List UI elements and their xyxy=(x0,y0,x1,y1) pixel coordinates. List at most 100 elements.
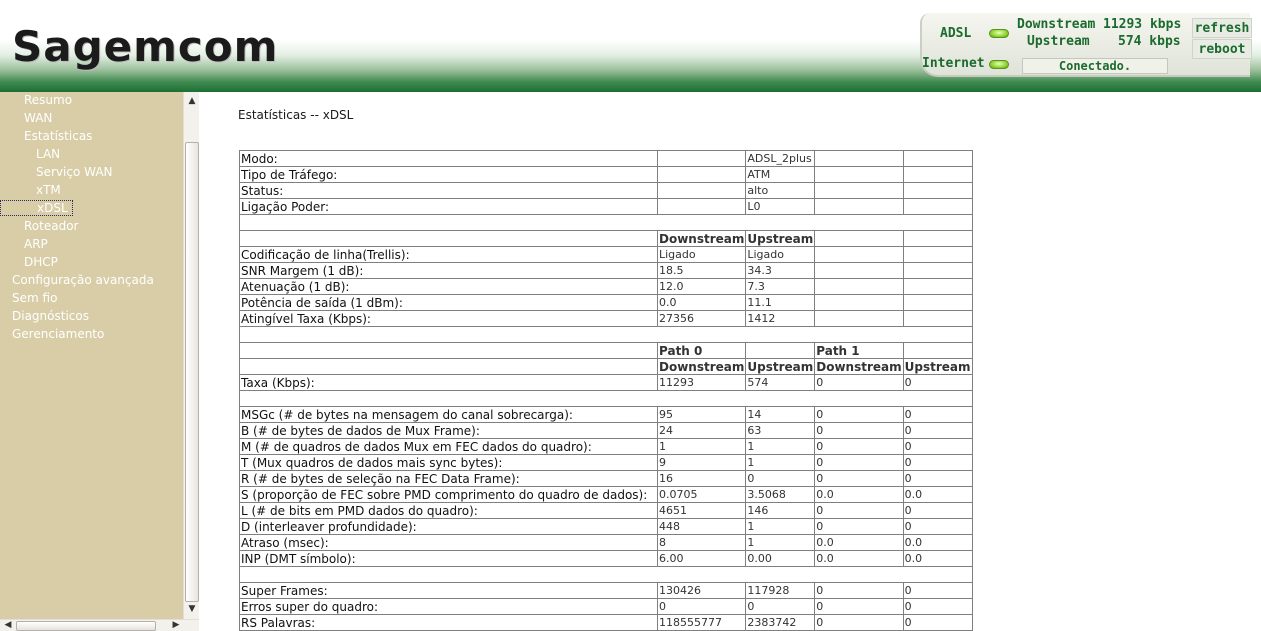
value-cell: 18.5 xyxy=(656,262,747,279)
value-cell: 0.0 xyxy=(902,486,973,503)
value-cell: 0 xyxy=(814,438,904,455)
sidebar-item-arp[interactable]: ARP xyxy=(24,237,48,251)
value-cell: 130426 xyxy=(656,582,747,599)
value-cell: ADSL_2plus xyxy=(745,150,816,167)
reboot-button[interactable]: reboot xyxy=(1192,39,1252,59)
sidebar-item-configuracao-avancada[interactable]: Configuração avançada xyxy=(12,273,154,287)
value-cell: Path 0 xyxy=(656,342,747,359)
value-cell: Path 1 xyxy=(814,342,904,359)
blank-separator-cell xyxy=(239,390,973,407)
sagemcom-logo: Sagemcom xyxy=(12,22,279,71)
table-row: S (proporção de FEC sobre PMD compriment… xyxy=(239,486,973,503)
table-row: Erros super do quadro: 0 0 0 0 xyxy=(239,598,973,615)
table-row xyxy=(239,326,973,343)
value-cell xyxy=(902,278,973,295)
value-cell: 0.0705 xyxy=(656,486,747,503)
value-cell: 0.0 xyxy=(656,294,747,311)
sidebar-nav: Resumo WAN Estatísticas LAN Serviço WAN … xyxy=(0,92,183,631)
value-cell: 16 xyxy=(656,470,747,487)
value-cell: 1 xyxy=(745,518,816,535)
sidebar-item-lan[interactable]: LAN xyxy=(36,147,60,161)
value-cell: 11.1 xyxy=(745,294,816,311)
refresh-button[interactable]: refresh xyxy=(1192,18,1252,38)
sidebar-item-servico-wan[interactable]: Serviço WAN xyxy=(36,165,113,179)
sidebar-item-xdsl[interactable]: xDSL xyxy=(0,200,73,216)
internet-label: Internet xyxy=(922,56,985,71)
row-label-cell: Modo: xyxy=(239,150,658,167)
value-cell: 0 xyxy=(902,614,973,631)
sidebar-item-roteador[interactable]: Roteador xyxy=(24,219,78,233)
page-title: Estatísticas -- xDSL xyxy=(238,108,354,122)
value-cell: Upstream xyxy=(745,358,816,375)
row-label-cell: Codificação de linha(Trellis): xyxy=(239,246,658,263)
adsl-label: ADSL xyxy=(940,26,972,41)
upstream-rate: 574 kbps xyxy=(1118,34,1181,49)
sidebar-item-estatisticas[interactable]: Estatísticas xyxy=(24,129,92,143)
table-row: L (# de bits em PMD dados do quadro): 465… xyxy=(239,502,973,519)
value-cell: 14 xyxy=(745,406,816,423)
value-cell: 0 xyxy=(902,422,973,439)
table-row: Codificação de linha(Trellis): Ligado Liga… xyxy=(239,246,973,263)
sidebar-horizontal-scrollbar[interactable]: ◀ ▶ xyxy=(0,619,199,631)
value-cell: 7.3 xyxy=(745,278,816,295)
scroll-left-arrow-icon[interactable]: ◀ xyxy=(2,619,14,631)
value-cell: Upstream xyxy=(902,358,973,375)
scroll-right-arrow-icon[interactable]: ▶ xyxy=(170,619,182,631)
sidebar-item-xtm[interactable]: xTM xyxy=(36,183,61,197)
value-cell xyxy=(814,198,904,215)
scroll-up-arrow-icon[interactable]: ▲ xyxy=(186,95,198,107)
value-cell xyxy=(814,182,904,199)
value-cell: 0.0 xyxy=(902,550,973,567)
sidebar-item-gerenciamento[interactable]: Gerenciamento xyxy=(12,327,104,341)
row-label-cell: M (# de quadros de dados Mux em FEC dado… xyxy=(239,438,658,455)
value-cell: 448 xyxy=(656,518,747,535)
horizontal-scroll-thumb[interactable] xyxy=(16,621,156,631)
value-cell: 27356 xyxy=(656,310,747,327)
sidebar-item-sem-fio[interactable]: Sem fio xyxy=(12,291,57,305)
value-cell: 0 xyxy=(745,470,816,487)
value-cell: 117928 xyxy=(745,582,816,599)
row-label-cell: INP (DMT símbolo): xyxy=(239,550,658,567)
row-label-cell: D (interleaver profundidade): xyxy=(239,518,658,535)
value-cell xyxy=(814,310,904,327)
row-label-cell: Taxa (Kbps): xyxy=(239,374,658,391)
table-row: Ligação Poder: L0 xyxy=(239,198,973,215)
value-cell: 0.0 xyxy=(814,534,904,551)
row-label-cell: Atraso (msec): xyxy=(239,534,658,551)
value-cell: 2383742 xyxy=(745,614,816,631)
value-cell xyxy=(902,246,973,263)
connection-status-panel: ADSL Downstream 11293 kbps Upstream 574 … xyxy=(920,13,1252,77)
row-label-cell: Potência de saída (1 dBm): xyxy=(239,294,658,311)
value-cell xyxy=(814,262,904,279)
value-cell xyxy=(902,198,973,215)
value-cell: 1 xyxy=(745,534,816,551)
row-label-cell xyxy=(239,230,658,247)
value-cell: Downstream xyxy=(656,358,747,375)
value-cell: 0 xyxy=(814,422,904,439)
sidebar-item-diagnosticos[interactable]: Diagnósticos xyxy=(12,309,89,323)
sidebar-item-wan[interactable]: WAN xyxy=(24,111,52,125)
value-cell: 0 xyxy=(902,438,973,455)
value-cell: Ligado xyxy=(656,246,747,263)
row-label-cell: Status: xyxy=(239,182,658,199)
table-row: T (Mux quadros de dados mais sync bytes)… xyxy=(239,454,973,471)
scroll-down-arrow-icon[interactable]: ▼ xyxy=(186,603,198,615)
adsl-led-icon xyxy=(989,29,1009,38)
sidebar-item-dhcp[interactable]: DHCP xyxy=(24,255,58,269)
vertical-scroll-thumb[interactable] xyxy=(185,142,199,602)
value-cell: 1 xyxy=(745,438,816,455)
sidebar-vertical-scrollbar[interactable]: ▲ ▼ xyxy=(183,92,199,619)
table-row xyxy=(239,566,973,583)
table-row: INP (DMT símbolo): 6.00 0.00 0.0 0.0 xyxy=(239,550,973,567)
value-cell: 0 xyxy=(814,454,904,471)
table-row: Tipo de Tráfego: ATM xyxy=(239,166,973,183)
value-cell: 0 xyxy=(902,470,973,487)
table-row: Path 0 Path 1 xyxy=(239,342,973,359)
table-row: Status: alto xyxy=(239,182,973,199)
value-cell xyxy=(656,182,747,199)
sidebar-item-resumo[interactable]: Resumo xyxy=(24,93,72,107)
value-cell: 9 xyxy=(656,454,747,471)
value-cell xyxy=(656,198,747,215)
value-cell xyxy=(814,278,904,295)
downstream-rate: 11293 kbps xyxy=(1103,17,1182,32)
